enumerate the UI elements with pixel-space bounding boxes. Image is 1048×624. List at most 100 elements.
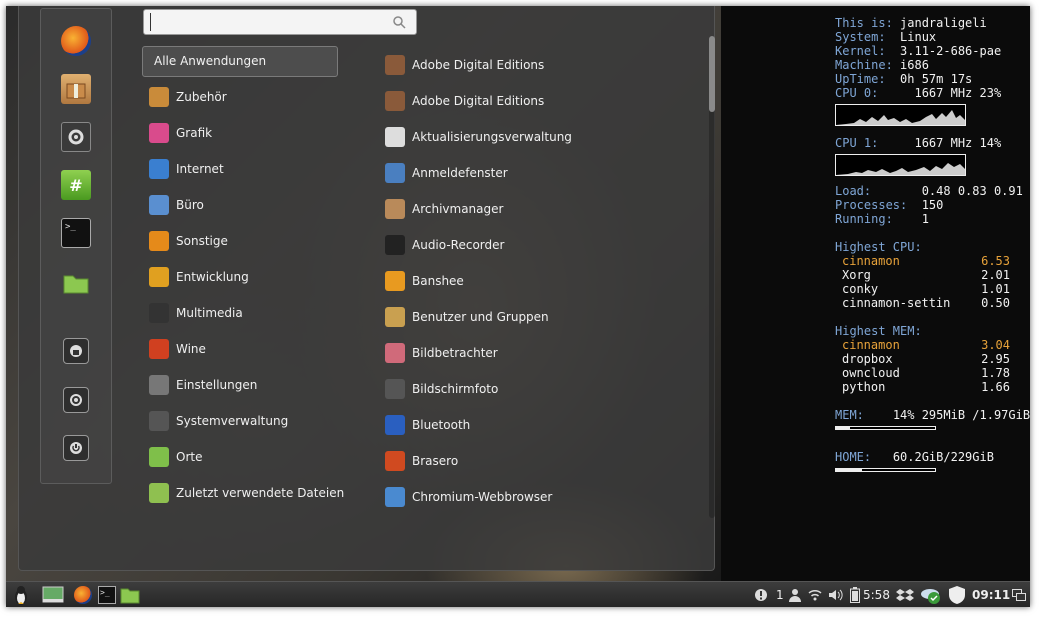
process-value: 1.01	[981, 282, 1010, 296]
home-bar	[835, 468, 936, 472]
application-item[interactable]: Bluetooth	[385, 413, 470, 437]
application-label: Chromium-Webbrowser	[412, 490, 553, 504]
process-value: 1.78	[981, 366, 1010, 380]
application-label: Archivmanager	[412, 202, 504, 216]
notification-count: 1	[776, 588, 784, 602]
process-value: 0.50	[981, 296, 1010, 310]
application-item[interactable]: Bildschirmfoto	[385, 377, 498, 401]
cpu1-graph	[835, 154, 966, 176]
notification-applet[interactable]: 1	[754, 582, 784, 607]
home-value: 60.2GiB/229GiB	[892, 450, 994, 464]
network-applet[interactable]	[808, 582, 822, 607]
battery-applet[interactable]: 5:58	[850, 582, 890, 607]
application-item[interactable]: Benutzer und Gruppen	[385, 305, 549, 329]
application-item[interactable]: Bildbetrachter	[385, 341, 498, 365]
update-applet[interactable]	[948, 582, 966, 607]
terminal-icon[interactable]: >_	[61, 218, 91, 248]
bottom-panel: >_ 1 5:58 09:11	[6, 581, 1030, 607]
process-row: Xorg 2.01	[842, 268, 1010, 282]
conky-label: Highest MEM:	[835, 324, 922, 338]
application-item[interactable]: Banshee	[385, 269, 464, 293]
conky-label: Load:	[835, 184, 872, 198]
conky-label: CPU 0:	[835, 86, 879, 100]
folder-icon[interactable]	[61, 268, 91, 298]
package-glyph-icon	[66, 83, 86, 99]
category-item[interactable]: Wine	[149, 337, 206, 361]
category-label: Internet	[176, 162, 224, 176]
category-item[interactable]: Systemverwaltung	[149, 409, 288, 433]
category-item[interactable]: Zubehör	[149, 85, 227, 109]
menu-button[interactable]	[10, 582, 32, 607]
cpu1-mhz: 1667 MHz	[914, 136, 973, 150]
application-label: Banshee	[412, 274, 464, 288]
hashtag-icon[interactable]: #	[61, 170, 91, 200]
category-item[interactable]: Orte	[149, 445, 202, 469]
application-item[interactable]: Audio-Recorder	[385, 233, 504, 257]
application-icon	[385, 379, 405, 399]
category-icon	[149, 411, 169, 431]
kernel-value: 3.11-2-686-pae	[900, 44, 1002, 58]
sound-applet[interactable]	[828, 582, 844, 607]
power-icon[interactable]	[63, 435, 89, 461]
category-item[interactable]: Büro	[149, 193, 204, 217]
launcher-files[interactable]	[120, 582, 140, 607]
application-item[interactable]: Adobe Digital Editions	[385, 53, 544, 77]
category-item[interactable]: Sonstige	[149, 229, 228, 253]
category-label: Büro	[176, 198, 204, 212]
application-item[interactable]: Aktualisierungsverwaltung	[385, 125, 572, 149]
launcher-terminal[interactable]: >_	[98, 582, 116, 607]
application-menu: # >_ Alle Anwendungen Zubehör Grafik Inter…	[18, 6, 715, 571]
package-icon[interactable]	[61, 74, 91, 104]
category-icon	[149, 195, 169, 215]
category-item[interactable]: Zuletzt verwendete Dateien	[149, 481, 344, 505]
category-item[interactable]: Multimedia	[149, 301, 243, 325]
search-icon	[393, 16, 406, 29]
settings-icon[interactable]	[61, 122, 91, 152]
application-item[interactable]: Archivmanager	[385, 197, 503, 221]
conky-label: Kernel:	[835, 44, 886, 58]
firefox-icon[interactable]	[61, 26, 91, 56]
category-item[interactable]: Entwicklung	[149, 265, 249, 289]
application-item[interactable]: Adobe Digital Editions	[385, 89, 544, 113]
application-icon	[385, 307, 405, 327]
process-name: cinnamon-settin	[842, 296, 951, 310]
search-box[interactable]	[143, 9, 417, 35]
scrollbar[interactable]	[709, 36, 715, 518]
process-name: python	[842, 380, 886, 394]
application-icon	[385, 487, 405, 507]
process-name: Xorg	[842, 268, 871, 282]
dropbox-icon	[896, 589, 914, 601]
lock-screen-icon[interactable]	[63, 338, 89, 364]
owncloud-applet[interactable]	[920, 582, 942, 607]
category-item[interactable]: Internet	[149, 157, 224, 181]
dropbox-applet[interactable]	[896, 582, 914, 607]
category-all-applications[interactable]: Alle Anwendungen	[142, 46, 338, 77]
scrollbar-thumb[interactable]	[709, 36, 715, 112]
cpu1-percent: 14%	[979, 136, 1002, 150]
logout-icon[interactable]	[63, 387, 89, 413]
conky-label: Processes:	[835, 198, 908, 212]
process-value: 2.95	[981, 352, 1010, 366]
desktop-icon	[42, 586, 64, 603]
application-item[interactable]: Anmeldefenster	[385, 161, 508, 185]
battery-icon	[850, 587, 860, 603]
category-label: Multimedia	[176, 306, 243, 320]
category-item[interactable]: Grafik	[149, 121, 212, 145]
application-label: Bluetooth	[412, 418, 471, 432]
category-item[interactable]: Einstellungen	[149, 373, 257, 397]
application-item[interactable]: Chromium-Webbrowser	[385, 485, 552, 509]
search-input[interactable]	[150, 13, 380, 31]
home-bar-fill	[836, 469, 862, 471]
launcher-firefox[interactable]	[74, 582, 92, 607]
application-item[interactable]: Brasero	[385, 449, 458, 473]
clock[interactable]: 09:11	[972, 582, 1010, 607]
window-list-button[interactable]	[1012, 582, 1026, 607]
conky-label: Machine:	[835, 58, 893, 72]
process-value: 3.04	[981, 338, 1010, 352]
category-icon	[149, 159, 169, 179]
show-desktop-button[interactable]	[42, 582, 64, 607]
favorites-bar: # >_	[40, 8, 112, 484]
user-applet[interactable]	[788, 582, 802, 607]
category-label: Entwicklung	[176, 270, 249, 284]
category-label: Zubehör	[176, 90, 227, 104]
